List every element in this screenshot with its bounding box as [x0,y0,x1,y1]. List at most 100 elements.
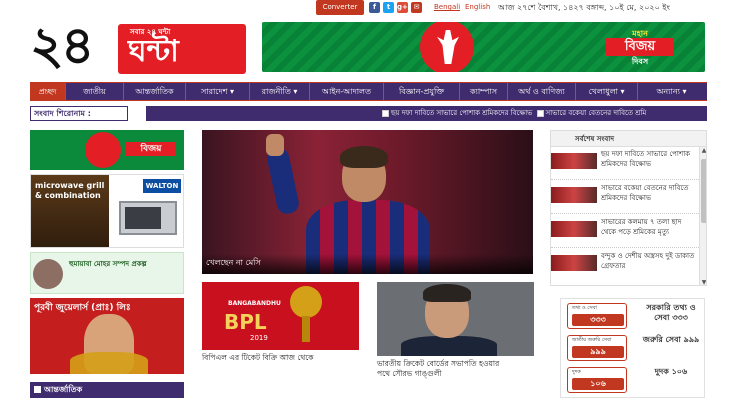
facebook-icon[interactable]: f [369,2,380,13]
thumbs-up [266,134,284,156]
google-plus-icon[interactable]: g+ [397,2,408,13]
latest-news-title[interactable]: বন্দুক ও দেশীয় অস্ত্রসহ দুই ডাকাত গ্রেফ… [601,251,697,271]
nav-sports[interactable]: খেলাধুলা ▾ [576,83,638,100]
jewellers-ad[interactable]: পূরবী জুয়েলার্স (প্রাঃ) লিঃ [30,298,184,374]
ticker-headline[interactable]: ছয় দফা দাবিতে সাভারে পোশাক শ্রমিকদের বি… [391,109,532,117]
current-date: আজ ২৭শে বৈশাখ, ১৪২৭ বঙ্গাব্দ, ১০ই মে, ২০… [498,3,670,12]
story-caption-line2[interactable]: পথে সৌরভ গাঙ্গুলী [377,369,442,379]
latest-news-item[interactable]: ছয় দফা দাবিতে সাভারে পোশাক শ্রমিকদের বি… [551,147,699,180]
victory-day-banner[interactable]: মহান বিজয় দিবস [262,22,705,72]
logo-word: ঘন্টা [128,34,179,69]
news-thumbnail [551,221,597,237]
bpl-subtitle: BANGABANDHU [228,300,281,307]
ganguly-image [377,282,534,356]
ticker-headline[interactable]: সাভারে বকেয়া বেতনের দাবিতে শ্রমি [546,109,647,117]
section-heading-label: আন্তর্জাতিক [44,385,83,394]
site-logo[interactable]: ২৪ সবার ২৪ ঘন্টা ঘন্টা [30,16,246,76]
converter-button[interactable]: Converter [316,0,364,15]
hotline-badge-label: দুদক [572,369,581,375]
property-ad[interactable]: হুমায়াবা মোহর সম্পদ প্রকল্প [30,252,184,294]
lead-story[interactable]: খেলছেন না মেসি [202,130,533,274]
scroll-up-icon[interactable]: ▲ [700,147,706,154]
headline-ticker: ছয় দফা দাবিতে সাভারে পোশাক শ্রমিকদের বি… [146,106,707,121]
nav-international[interactable]: আন্তর্জাতিক [124,83,186,100]
oven-window [125,207,161,229]
hotline-badge-label: তথ্য ও সেবা [572,305,597,311]
hotline-label: সরকারি তথ্য ও সেবা ৩৩৩ [646,303,696,322]
news-thumbnail [551,255,597,271]
hotline-row: দুদক ১০৬ দুদক ১০৬ [563,365,704,395]
latest-news-scrollbar[interactable]: ▲ ▼ [699,147,706,285]
hotline-badge: দুদক ১০৬ [567,367,627,393]
lead-story-caption[interactable]: খেলছেন না মেসি [206,257,261,270]
trophy-icon [290,286,322,318]
ad-jewellers-title: পূরবী জুয়েলার্স (প্রাঃ) লিঃ [34,303,131,313]
scrollbar-thumb[interactable] [701,159,706,223]
nav-campus[interactable]: ক্যাম্পাস [460,83,508,100]
bpl-logo-text: BPL [224,310,267,334]
ad-property-text: হুমায়াবা মোহর সম্পদ প্রকল্প [69,260,147,268]
latest-news-widget: সর্বশেষ সংবাদ ছয় দফা দাবিতে সাভারে পোশা… [550,130,707,286]
lang-bengali-link[interactable]: Bengali [434,3,460,11]
walton-logo: WALTON [143,179,181,193]
ad-property-image [33,259,63,289]
hotline-number: ১০৬ [572,378,624,390]
latest-news-heading: সর্বশেষ সংবাদ [551,131,706,147]
section-heading-international[interactable]: আন্তর্জাতিক [30,382,184,398]
news-thumbnail [551,187,597,203]
logo-number: ২৪ [30,16,95,76]
hotline-ad[interactable]: তথ্য ও সেবা ৩৩৩ সরকারি তথ্য ও সেবা ৩৩৩ জ… [560,298,705,398]
hotline-row: জাতীয় জরুরি সেবা ৯৯৯ জরুরি সেবা ৯৯৯ [563,333,704,363]
trophy-stem [302,316,310,342]
microwave-oven-image [119,201,177,235]
hotline-row: তথ্য ও সেবা ৩৩৩ সরকারি তথ্য ও সেবা ৩৩৩ [563,301,704,331]
top-utility-bar: Converter f t g+ ✉ Bengali English আজ ২৭… [0,0,740,16]
main-navigation: প্রচ্ছদ জাতীয় আন্তর্জাতিক সারাদেশ ▾ রাজ… [30,82,707,101]
walton-ad[interactable]: microwave grill & combination WALTON [30,174,184,248]
email-icon[interactable]: ✉ [411,2,422,13]
nav-economy[interactable]: অর্থ ও বাণিজ্য [508,83,576,100]
banner-text: মহান বিজয় দিবস [592,28,688,66]
story-caption[interactable]: বিপিএল এর টিকেট বিক্রি আজ থেকে [202,353,314,363]
story-card-ganguly[interactable]: ভারতীয় ক্রিকেট বোর্ডের সভাপতি হওয়ার পথ… [377,282,534,382]
list-icon [34,386,41,393]
hotline-badge-label: জাতীয় জরুরি সেবা [572,337,612,343]
headline-ticker-label: সংবাদ শিরোনাম : [30,106,128,121]
latest-news-item[interactable]: বন্দুক ও দেশীয় অস্ত্রসহ দুই ডাকাত গ্রেফ… [551,249,699,282]
story-card-bpl[interactable]: BANGABANDHU BPL 2019 বিপিএল এর টিকেট বিক… [202,282,359,368]
latest-news-item[interactable]: সাভারের কলমায় ৭ তলা ছাদ থেকে পড়ে শ্রমি… [551,215,699,248]
banner-day: দিবস [631,57,649,66]
scroll-down-icon[interactable]: ▼ [700,279,706,285]
story-caption-line1[interactable]: ভারতীয় ক্রিকেট বোর্ডের সভাপতি হওয়ার [377,359,499,369]
latest-news-title[interactable]: ছয় দফা দাবিতে সাভারে পোশাক শ্রমিকদের বি… [601,149,697,169]
latest-news-item[interactable]: সাভারে বকেয়া বেতনের দাবিতে শ্রমিকদের বি… [551,181,699,214]
bullet-icon [536,109,544,117]
ticker-headlines: ছয় দফা দাবিতে সাভারে পোশাক শ্রমিকদের বি… [380,106,646,121]
gold-necklace [70,352,148,374]
news-thumbnail [551,153,597,169]
bpl-year: 2019 [250,334,268,342]
nav-home[interactable]: প্রচ্ছদ [30,83,66,100]
ganguly-suit [401,336,497,356]
lang-english-link[interactable]: English [465,3,490,11]
latest-news-title[interactable]: সাভারে বকেয়া বেতনের দাবিতে শ্রমিকদের বি… [601,183,697,203]
bpl-image: BANGABANDHU BPL 2019 [202,282,359,350]
ad-bijoy-text: বিজয় [126,142,176,156]
hotline-number: ৩৩৩ [572,314,624,326]
nav-others[interactable]: অন্যান্য ▾ [638,83,705,100]
nav-countrywide[interactable]: সারাদেশ ▾ [186,83,250,100]
nav-national[interactable]: জাতীয় [66,83,124,100]
nav-law-court[interactable]: আইন-আদালত [310,83,384,100]
ganguly-hair [423,284,471,302]
hotline-label: জরুরি সেবা ৯৯৯ [642,335,700,344]
ad-walton-text: microwave grill & combination [35,181,105,200]
nav-politics[interactable]: রাজনীতি ▾ [250,83,310,100]
twitter-icon[interactable]: t [383,2,394,13]
latest-news-title[interactable]: সাভারের কলমায় ৭ তলা ছাদ থেকে পড়ে শ্রমি… [601,217,697,237]
hotline-label: দুদক ১০৬ [654,367,688,376]
banner-title: বিজয় [606,38,674,56]
victory-day-ad[interactable]: বিজয় [30,130,184,170]
hotline-badge: জাতীয় জরুরি সেবা ৯৯৯ [567,335,627,361]
hotline-badge: তথ্য ও সেবা ৩৩৩ [567,303,627,329]
nav-science-tech[interactable]: বিজ্ঞান-প্রযুক্তি [384,83,460,100]
